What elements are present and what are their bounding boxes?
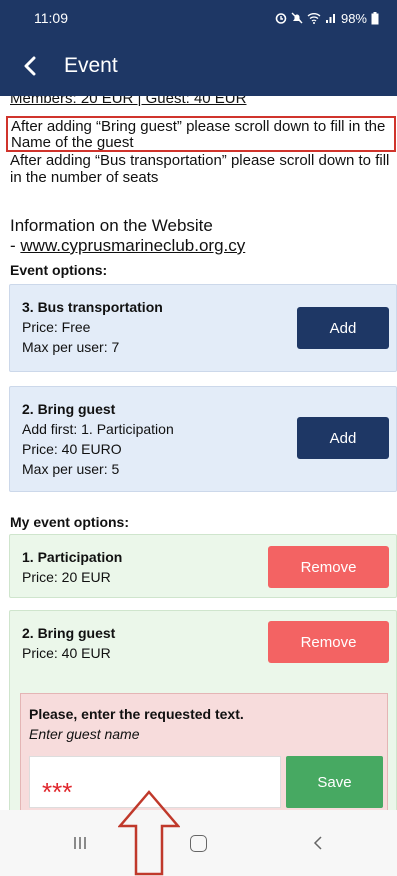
option-price: Price: Free bbox=[22, 319, 91, 335]
option-max: Max per user: 5 bbox=[22, 461, 120, 477]
recents-button[interactable] bbox=[50, 823, 110, 863]
my-option-card: 1. Participation Price: 20 EUR Remove bbox=[9, 534, 397, 598]
option-max: Max per user: 7 bbox=[22, 339, 120, 355]
option-prerequisite: Add first: 1. Participation bbox=[22, 421, 174, 437]
back-button[interactable] bbox=[0, 36, 60, 96]
alarm-icon bbox=[275, 13, 287, 24]
price-line: Members: 20 EUR | Guest: 40 EUR bbox=[10, 96, 247, 107]
battery-icon bbox=[371, 11, 379, 24]
remove-participation-button[interactable]: Remove bbox=[268, 546, 389, 588]
remove-guest-button[interactable]: Remove bbox=[268, 621, 389, 663]
option-name: 2. Bring guest bbox=[22, 625, 116, 641]
my-option-card: 2. Bring guest Price: 40 EUR Remove Plea… bbox=[9, 610, 397, 810]
page-title: Event bbox=[64, 54, 118, 77]
option-price: Price: 40 EURO bbox=[22, 441, 122, 457]
guest-notice-highlighted: After adding “Bring guest” please scroll… bbox=[6, 116, 396, 152]
home-icon bbox=[190, 834, 207, 852]
request-hint: Enter guest name bbox=[29, 726, 140, 742]
add-bus-button[interactable]: Add bbox=[297, 307, 389, 349]
status-time: 11:09 bbox=[34, 10, 68, 26]
add-guest-button[interactable]: Add bbox=[297, 417, 389, 459]
battery-percent: 98% bbox=[340, 10, 367, 26]
my-options-title: My event options: bbox=[10, 514, 130, 530]
annotation-arrow-icon bbox=[118, 790, 180, 876]
system-nav-bar bbox=[0, 810, 397, 876]
info-link-prefix: - bbox=[10, 236, 21, 255]
option-name: 2. Bring guest bbox=[22, 401, 116, 417]
option-name: 3. Bus transportation bbox=[22, 299, 163, 315]
back-icon bbox=[313, 836, 322, 850]
event-option-card: 2. Bring guest Add first: 1. Participati… bbox=[9, 386, 397, 492]
option-price: Price: 40 EUR bbox=[22, 645, 111, 661]
recents-icon bbox=[73, 837, 86, 849]
option-price: Price: 20 EUR bbox=[22, 569, 111, 585]
guest-name-request: Please, enter the requested text. Enter … bbox=[20, 693, 388, 810]
status-icons: 98% bbox=[275, 11, 379, 26]
event-option-card: 3. Bus transportation Price: Free Max pe… bbox=[9, 284, 397, 372]
info-link-line: - www.cyprusmarineclub.org.cy bbox=[10, 236, 245, 256]
back-arrow-icon bbox=[24, 56, 36, 76]
system-back-button[interactable] bbox=[288, 823, 348, 863]
app-bar: Event bbox=[0, 36, 397, 96]
bus-notice: After adding “Bus transportation” please… bbox=[10, 152, 390, 186]
save-button[interactable]: Save bbox=[286, 756, 383, 808]
event-options-title: Event options: bbox=[10, 262, 108, 278]
event-content[interactable]: Members: 20 EUR | Guest: 40 EUR After ad… bbox=[0, 96, 397, 810]
option-name: 1. Participation bbox=[22, 549, 123, 565]
status-bar: 11:09 98% bbox=[0, 0, 397, 36]
mute-icon bbox=[291, 12, 303, 24]
website-link[interactable]: www.cyprusmarineclub.org.cy bbox=[20, 236, 245, 255]
wifi-icon bbox=[307, 13, 321, 24]
request-title: Please, enter the requested text. bbox=[29, 706, 244, 722]
info-title: Information on the Website bbox=[10, 216, 213, 235]
signal-icon bbox=[325, 14, 335, 23]
guest-name-value: *** bbox=[42, 777, 73, 807]
